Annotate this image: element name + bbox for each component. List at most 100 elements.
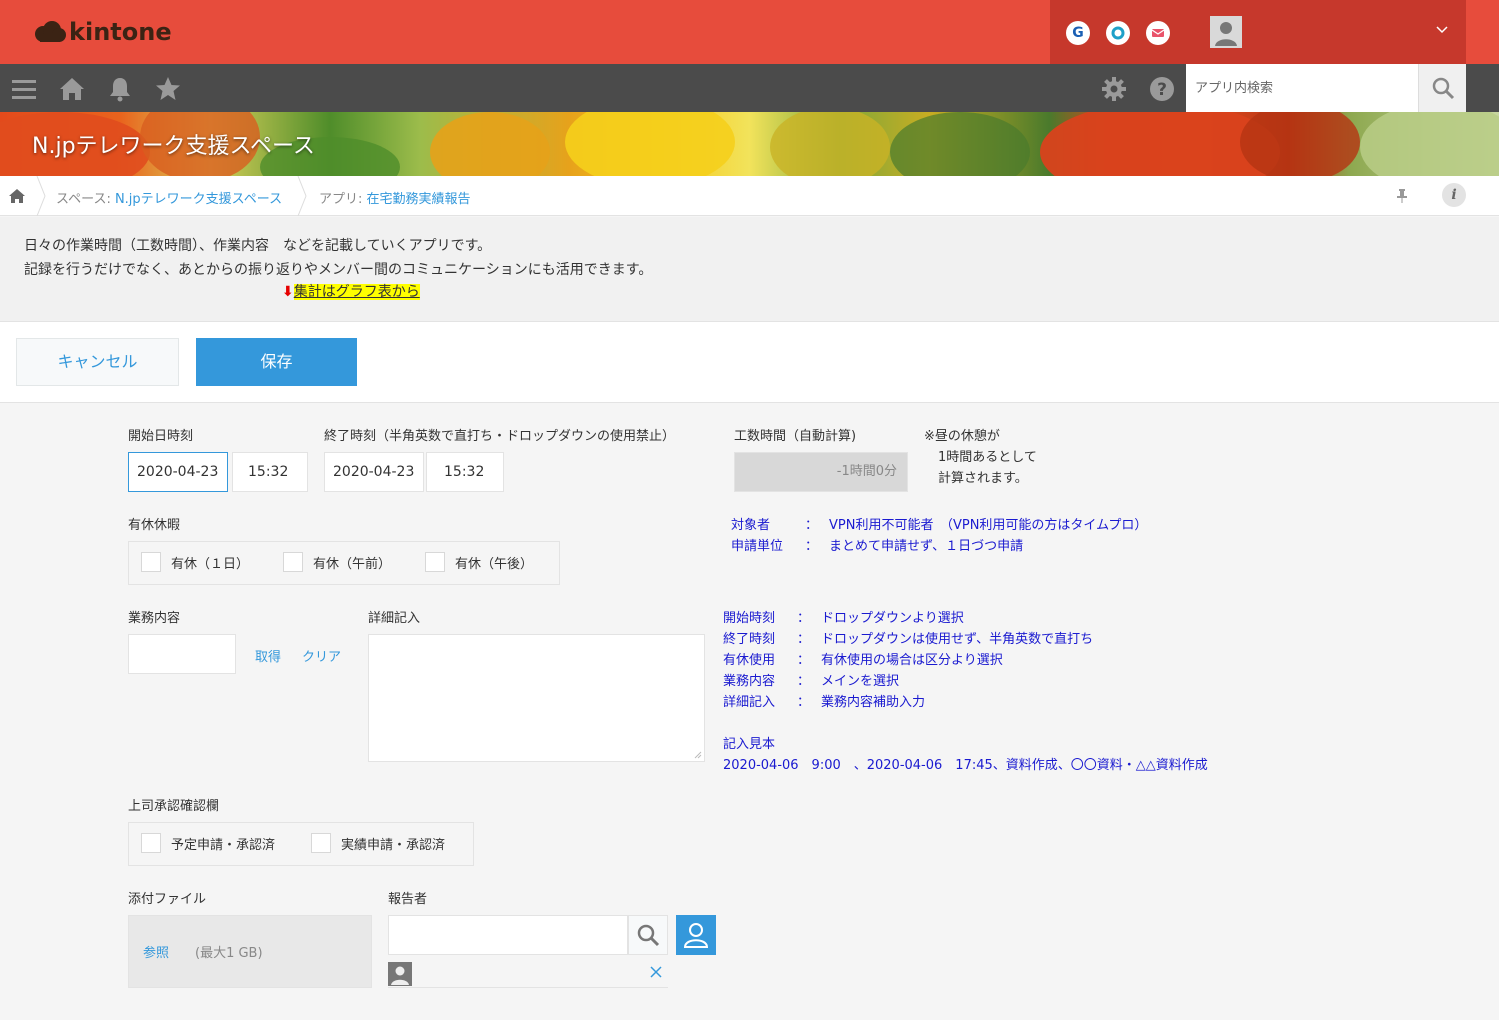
breadcrumb-space[interactable]: スペース: N.jpテレワーク支援スペース [56, 188, 282, 207]
menu-icon[interactable] [11, 76, 37, 102]
kintone-logo[interactable]: kintone [34, 18, 172, 46]
guide-value: 有休使用の場合は区分より選択 [821, 653, 1003, 668]
mail-icon[interactable] [1146, 21, 1170, 45]
save-button[interactable]: 保存 [196, 338, 357, 386]
checkbox-label: 有休（午前） [313, 556, 392, 572]
guide-value: ドロップダウンより選択 [821, 611, 964, 626]
guide-sep: ： [797, 611, 811, 626]
description-line-1: 日々の作業時間（工数時間）、作業内容 などを記載していくアプリです。 [24, 238, 492, 254]
office-icon[interactable] [1106, 21, 1130, 45]
example-title: 記入見本 [723, 737, 776, 752]
svg-text:?: ? [1157, 80, 1167, 100]
browse-button[interactable]: 参照 [143, 942, 169, 961]
search-input[interactable] [1186, 64, 1418, 112]
gear-icon[interactable] [1101, 76, 1127, 102]
office-ring-icon [1111, 26, 1125, 40]
breadcrumb-app-prefix: アプリ: [319, 192, 367, 207]
search-button[interactable] [1418, 64, 1466, 112]
checkbox-label: 実績申請・承認済 [341, 837, 446, 853]
guide-sep: ： [797, 674, 811, 689]
guide-key: 業務内容 [723, 674, 776, 689]
guide-value: ドロップダウンは使用せず、半角英数で直打ち [821, 632, 1094, 647]
favorite-star-icon[interactable] [155, 76, 181, 102]
checkbox[interactable] [141, 833, 161, 853]
user-avatar-icon [388, 962, 412, 986]
reporter-input[interactable] [388, 915, 628, 955]
top-header: kintone G [0, 0, 1499, 64]
reporter-label: 報告者 [388, 892, 428, 907]
attachment-label: 添付ファイル [128, 892, 207, 907]
app-info-button[interactable]: i [1442, 183, 1466, 207]
breadcrumb-space-link[interactable]: N.jpテレワーク支援スペース [115, 192, 282, 207]
pin-icon[interactable] [1394, 188, 1410, 204]
plan-approved-checkbox[interactable]: 予定申請・承認済 [141, 833, 275, 853]
chevron-down-icon[interactable] [1434, 22, 1450, 38]
reporter-search-button[interactable] [628, 915, 668, 955]
guide-key: 詳細記入 [723, 695, 776, 710]
guide-key: 有休使用 [723, 653, 776, 668]
checkbox[interactable] [425, 552, 445, 572]
paid-leave-label: 有休休暇 [128, 518, 181, 533]
fetch-button[interactable]: 取得 [255, 646, 281, 665]
resize-handle-icon[interactable] [694, 751, 702, 759]
space-title: N.jpテレワーク支援スペース [32, 134, 315, 159]
breadcrumb-home-icon[interactable] [8, 188, 26, 204]
paid-leave-full-day-checkbox[interactable]: 有休（１日） [141, 552, 249, 572]
work-content-label: 業務内容 [128, 611, 181, 626]
start-date-input[interactable]: 2020-04-23 [128, 452, 228, 492]
end-date-input[interactable]: 2020-04-23 [324, 452, 424, 492]
checkbox[interactable] [311, 833, 331, 853]
envelope-icon [1151, 29, 1165, 37]
home-icon[interactable] [59, 76, 85, 102]
unit-note-value: まとめて申請せず、１日づつ申請 [829, 539, 1024, 554]
guide-value: 業務内容補助入力 [821, 695, 926, 710]
start-time-input[interactable]: 15:32 [232, 452, 308, 492]
search-icon [637, 924, 660, 947]
paid-leave-morning-checkbox[interactable]: 有休（午前） [283, 552, 391, 572]
graph-link[interactable]: ⬇集計はグラフ表から [282, 281, 420, 301]
avatar [1210, 16, 1242, 48]
selected-user-chip [388, 962, 668, 988]
breadcrumb-app[interactable]: アプリ: 在宅勤務実績報告 [319, 188, 471, 207]
user-picker-button[interactable] [676, 915, 716, 955]
detail-textarea[interactable] [368, 634, 705, 762]
checkbox[interactable] [141, 552, 161, 572]
end-time-input[interactable]: 15:32 [426, 452, 504, 492]
checkbox[interactable] [283, 552, 303, 572]
help-icon[interactable]: ? [1149, 76, 1175, 102]
checkbox-label: 予定申請・承認済 [171, 837, 276, 853]
paid-leave-afternoon-checkbox[interactable]: 有休（午後） [425, 552, 533, 572]
result-approved-checkbox[interactable]: 実績申請・承認済 [311, 833, 445, 853]
down-arrow-icon: ⬇ [282, 284, 294, 300]
close-icon[interactable] [650, 966, 662, 978]
user-menu[interactable] [1186, 0, 1466, 64]
approval-checkbox-group: 予定申請・承認済 実績申請・承認済 [128, 822, 474, 866]
paid-leave-checkbox-group: 有休（１日） 有休（午前） 有休（午後） [128, 541, 560, 585]
cloud-logo-icon [35, 21, 66, 42]
end-time-label: 終了時刻（半角英数で直打ち・ドロップダウンの使用禁止） [324, 429, 676, 444]
breadcrumb: スペース: N.jpテレワーク支援スペース アプリ: 在宅勤務実績報告 [0, 176, 1499, 216]
unit-note-key: 申請単位 [731, 539, 784, 554]
breadcrumb-separator-icon [297, 176, 307, 216]
space-banner: N.jpテレワーク支援スペース [0, 112, 1499, 176]
work-content-input[interactable] [128, 634, 236, 674]
description-line-2: 記録を行うだけでなく、あとからの振り返りやメンバー間のコミュニケーションにも活用… [24, 262, 653, 278]
cancel-button[interactable]: キャンセル [16, 338, 179, 386]
target-note-sep: ： [805, 518, 819, 533]
breadcrumb-space-prefix: スペース: [56, 192, 115, 207]
target-note-value: VPN利用不可能者 （VPN利用可能の方はタイムプロ） [829, 518, 1148, 533]
notification-bell-icon[interactable] [107, 76, 133, 102]
approval-label: 上司承認確認欄 [128, 799, 220, 814]
clear-button[interactable]: クリア [302, 646, 341, 665]
max-size-note: (最大1 GB) [195, 946, 263, 961]
guide-key: 終了時刻 [723, 632, 776, 647]
attachment-dropzone[interactable]: 参照 (最大1 GB) [128, 915, 372, 988]
break-note-line-1: ※昼の休憩が [924, 429, 1000, 444]
example-text: 2020-04-06 9:00 、2020-04-06 17:45、資料作成、〇… [723, 758, 1208, 773]
graph-link-text[interactable]: 集計はグラフ表から [293, 284, 420, 300]
user-avatar-icon [1210, 16, 1242, 48]
guide-sep: ： [797, 695, 811, 710]
breadcrumb-app-link[interactable]: 在宅勤務実績報告 [367, 192, 471, 207]
garoon-icon[interactable]: G [1066, 21, 1090, 45]
start-datetime-label: 開始日時刻 [128, 429, 194, 444]
